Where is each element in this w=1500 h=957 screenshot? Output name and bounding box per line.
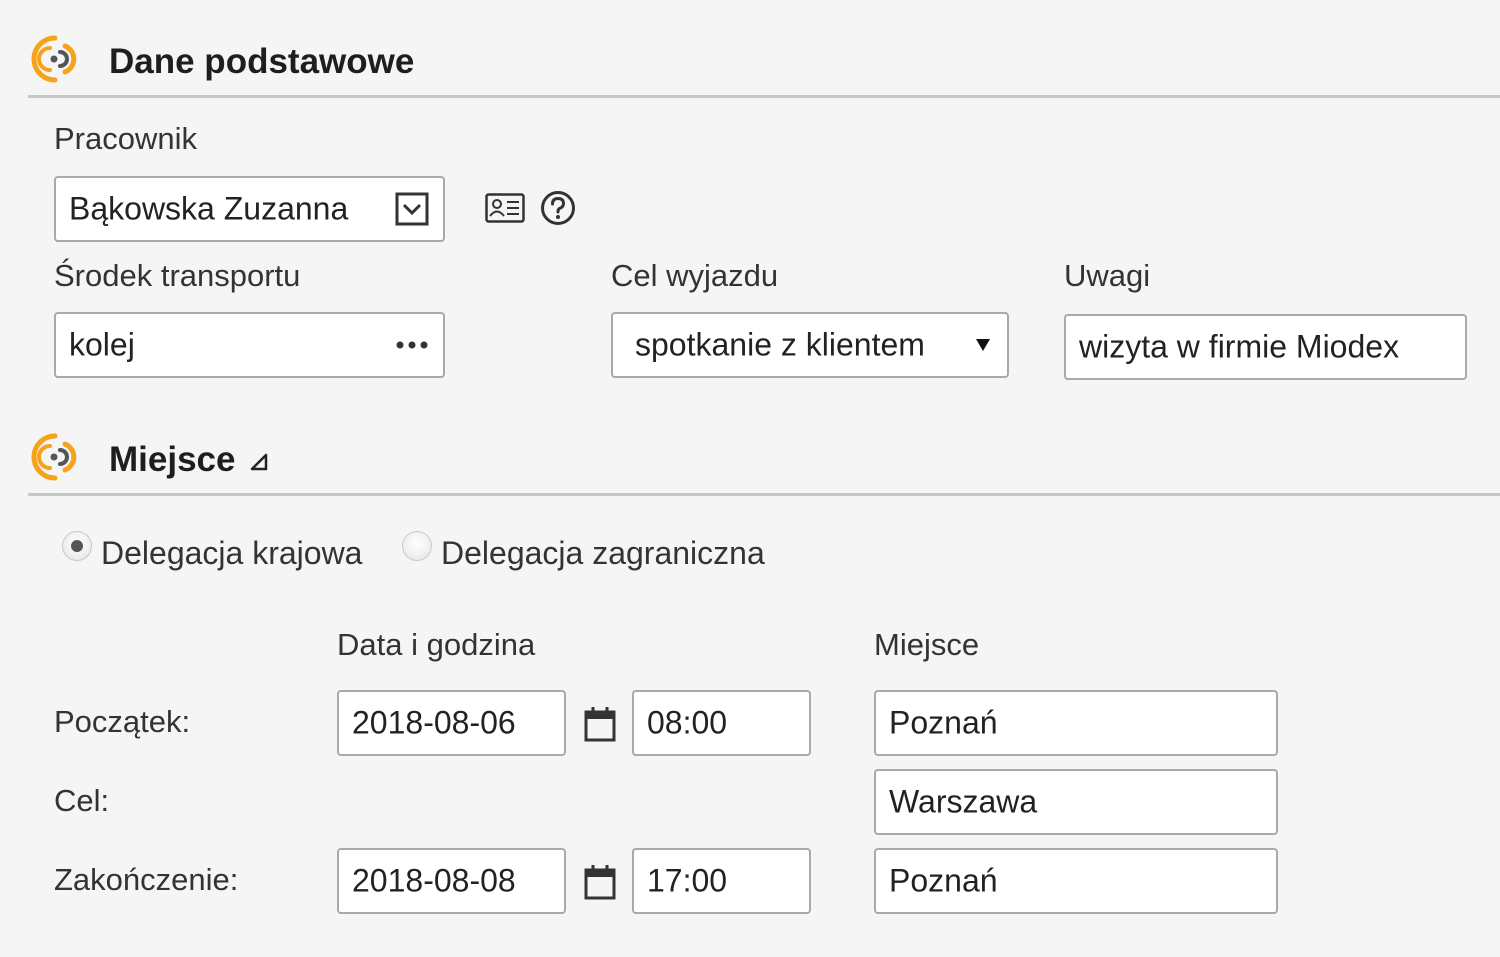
employee-select[interactable]: Bąkowska Zuzanna [54, 176, 445, 242]
notes-label: Uwagi [1064, 258, 1151, 293]
calendar-icon[interactable] [584, 706, 616, 742]
end-time-input[interactable]: 17:00 [632, 848, 811, 914]
row-label-start: Początek: [54, 704, 191, 739]
end-place-value: Poznań [889, 862, 998, 899]
col-header-place: Miejsce [874, 627, 980, 662]
section-header-basic: Dane podstawowe [28, 32, 1500, 98]
start-date-input[interactable]: 2018-08-06 [337, 690, 566, 756]
employee-label: Pracownik [54, 121, 197, 156]
destination-place-input[interactable]: Warszawa [874, 769, 1278, 835]
transport-value: kolej [69, 326, 135, 363]
destination-place-value: Warszawa [889, 783, 1038, 820]
radio-waves-icon [31, 35, 77, 83]
row-label-destination: Cel: [54, 783, 110, 818]
row-label-end: Zakończenie: [54, 862, 239, 897]
ellipsis-icon[interactable] [395, 340, 429, 350]
dropdown-box-icon[interactable] [395, 192, 429, 226]
start-place-value: Poznań [889, 704, 998, 741]
end-time-value: 17:00 [647, 862, 728, 899]
start-time-value: 08:00 [647, 704, 728, 741]
calendar-icon[interactable] [584, 864, 616, 900]
notes-value: wizyta w firmie Miodex [1079, 328, 1400, 365]
purpose-select[interactable]: spotkanie z klientem [611, 312, 1009, 378]
start-date-value: 2018-08-06 [352, 704, 516, 741]
section-header-place: Miejsce [28, 430, 1500, 496]
radio-domestic-label[interactable]: Delegacja krajowa [101, 535, 362, 572]
radio-domestic[interactable] [62, 531, 92, 561]
section-divider [28, 493, 1500, 496]
radio-foreign[interactable] [402, 531, 432, 561]
section-divider [28, 95, 1500, 98]
section-title-basic: Dane podstawowe [109, 42, 415, 81]
section-title-place-wrap: Miejsce [109, 440, 269, 480]
purpose-label: Cel wyjazdu [611, 258, 779, 293]
end-date-value: 2018-08-08 [352, 862, 516, 899]
help-icon[interactable] [540, 190, 576, 226]
start-time-input[interactable]: 08:00 [632, 690, 811, 756]
purpose-value: spotkanie z klientem [635, 326, 925, 363]
col-header-datetime: Data i godzina [337, 627, 536, 662]
radio-waves-icon [31, 433, 77, 481]
notes-input[interactable]: wizyta w firmie Miodex [1064, 314, 1467, 380]
section-title-place: Miejsce [109, 440, 236, 479]
end-date-input[interactable]: 2018-08-08 [337, 848, 566, 914]
transport-label: Środek transportu [54, 258, 301, 293]
contact-card-icon[interactable] [485, 193, 525, 223]
start-place-input[interactable]: Poznań [874, 690, 1278, 756]
radio-foreign-label[interactable]: Delegacja zagraniczna [441, 535, 765, 572]
transport-field[interactable]: kolej [54, 312, 445, 378]
employee-value: Bąkowska Zuzanna [69, 190, 349, 227]
end-place-input[interactable]: Poznań [874, 848, 1278, 914]
caret-down-icon[interactable] [975, 338, 991, 352]
collapse-triangle-icon[interactable] [249, 453, 269, 471]
